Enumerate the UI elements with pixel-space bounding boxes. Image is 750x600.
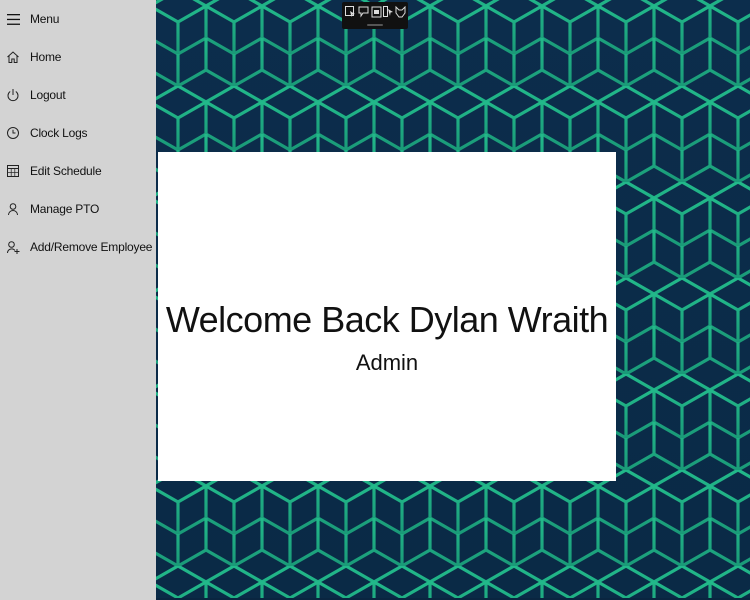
hamburger-icon [5,10,21,28]
calendar-icon [5,162,21,180]
welcome-title: Welcome Back Dylan Wraith [165,299,609,340]
clock-icon [5,124,21,142]
sidebar-item-label: Home [30,50,62,64]
sidebar-item-add-remove-employee[interactable]: Add/Remove Employee [0,229,156,267]
sidebar-item-home[interactable]: Home [0,39,156,77]
role-label: Admin [355,350,419,375]
welcome-card: Welcome Back Dylan Wraith Admin [158,152,616,481]
pointer-icon[interactable] [358,6,369,18]
add-person-icon [5,238,21,256]
sidebar-item-label: Manage PTO [30,202,100,216]
sidebar-item-label: Add/Remove Employee [30,240,153,254]
sidebar-item-edit-schedule[interactable]: Edit Schedule [0,153,156,191]
person-icon [5,200,21,218]
select-icon[interactable] [345,6,356,18]
sidebar-item-label: Logout [30,88,66,102]
power-icon [5,86,21,104]
home-icon [5,48,21,66]
sidebar-item-label: Clock Logs [30,126,88,140]
sidebar-item-label: Edit Schedule [30,164,102,178]
debug-toolbar [342,2,408,29]
sidebar: Menu Home Logout Clock Logs Edit Schedul [0,0,156,600]
window-icon[interactable] [371,6,382,18]
app-window: Menu Home Logout Clock Logs Edit Schedul [0,0,750,600]
sidebar-item-manage-pto[interactable]: Manage PTO [0,191,156,229]
menu-label: Menu [30,12,60,26]
sidebar-item-logout[interactable]: Logout [0,77,156,115]
cursor-icon[interactable] [383,6,394,18]
sidebar-item-clock-logs[interactable]: Clock Logs [0,115,156,153]
toolbar-grip[interactable] [367,24,383,26]
dog-icon[interactable] [395,6,406,18]
menu-toggle-button[interactable]: Menu [0,1,156,39]
